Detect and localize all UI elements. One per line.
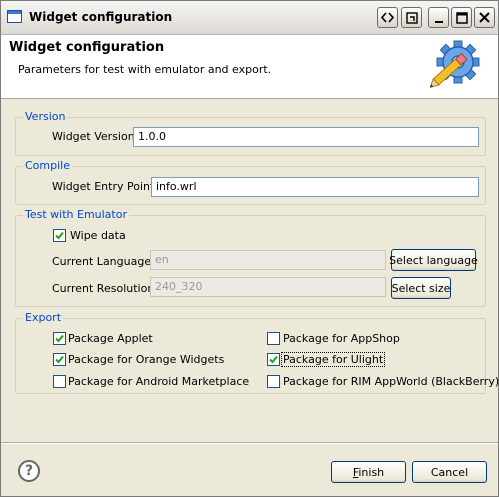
package-ulight-checkbox[interactable] <box>267 353 280 366</box>
current-resolution-field: 240_320 <box>150 277 386 297</box>
window-title: Widget configuration <box>29 10 173 24</box>
package-rim-appworld-label[interactable]: Package for RIM AppWorld (BlackBerry) <box>283 375 499 388</box>
package-orange-widgets-label[interactable]: Package for Orange Widgets <box>68 353 224 366</box>
widget-version-input[interactable]: 1.0.0 <box>133 127 479 147</box>
package-android-marketplace-label[interactable]: Package for Android Marketplace <box>68 375 249 388</box>
gear-pencil-icon <box>429 38 488 89</box>
package-applet-label[interactable]: Package Applet <box>68 332 153 345</box>
dialog-header: Widget configuration Parameters for test… <box>1 35 498 99</box>
package-ulight-label[interactable]: Package for Ulight <box>281 352 386 367</box>
current-language-label: Current Language: <box>52 255 155 268</box>
emulator-group: Test with Emulator Wipe data Current Lan… <box>15 208 486 307</box>
version-group: Version Widget Version: 1.0.0 <box>15 110 486 156</box>
widget-entry-point-label: Widget Entry Point: <box>52 180 159 193</box>
compile-group: Compile Widget Entry Point: info.wrl <box>15 159 486 205</box>
select-language-button[interactable]: Select language <box>389 249 478 271</box>
compile-group-title: Compile <box>23 159 72 172</box>
widget-entry-point-input[interactable]: info.wrl <box>151 177 479 197</box>
fit-icon[interactable] <box>401 7 422 28</box>
minimize-icon[interactable] <box>428 7 449 28</box>
version-group-title: Version <box>23 110 68 123</box>
restore-icon[interactable] <box>377 7 398 28</box>
cancel-button[interactable]: Cancel <box>412 461 487 483</box>
package-orange-widgets-checkbox[interactable] <box>53 353 66 366</box>
select-size-button[interactable]: Select size <box>391 277 451 299</box>
package-applet-checkbox[interactable] <box>53 332 66 345</box>
package-appshop-label[interactable]: Package for AppShop <box>283 332 400 345</box>
export-group: Export Package Applet Package for Orange… <box>15 311 499 394</box>
header-subtitle: Parameters for test with emulator and ex… <box>18 63 272 76</box>
wipe-data-label[interactable]: Wipe data <box>70 229 126 242</box>
finish-button[interactable]: Finish <box>331 461 406 483</box>
footer-separator-highlight <box>1 443 498 444</box>
package-rim-appworld-checkbox[interactable] <box>267 375 280 388</box>
maximize-icon[interactable] <box>451 7 472 28</box>
widget-version-label: Widget Version: <box>52 130 139 143</box>
dialog-window: Widget configuration Widget configuratio… <box>0 0 499 497</box>
finish-label: inish <box>358 465 385 479</box>
package-android-marketplace-checkbox[interactable] <box>53 375 66 388</box>
header-title: Widget configuration <box>9 40 165 55</box>
package-appshop-checkbox[interactable] <box>267 332 280 345</box>
close-icon[interactable] <box>474 7 495 28</box>
export-group-title: Export <box>23 311 64 324</box>
help-icon[interactable]: ? <box>18 460 40 482</box>
emulator-group-title: Test with Emulator <box>23 208 129 221</box>
current-language-field: en <box>150 250 386 270</box>
window-icon <box>7 10 22 23</box>
wipe-data-checkbox[interactable] <box>53 229 66 242</box>
title-bar[interactable]: Widget configuration <box>1 1 498 35</box>
current-resolution-label: Current Resolution: <box>52 282 158 295</box>
